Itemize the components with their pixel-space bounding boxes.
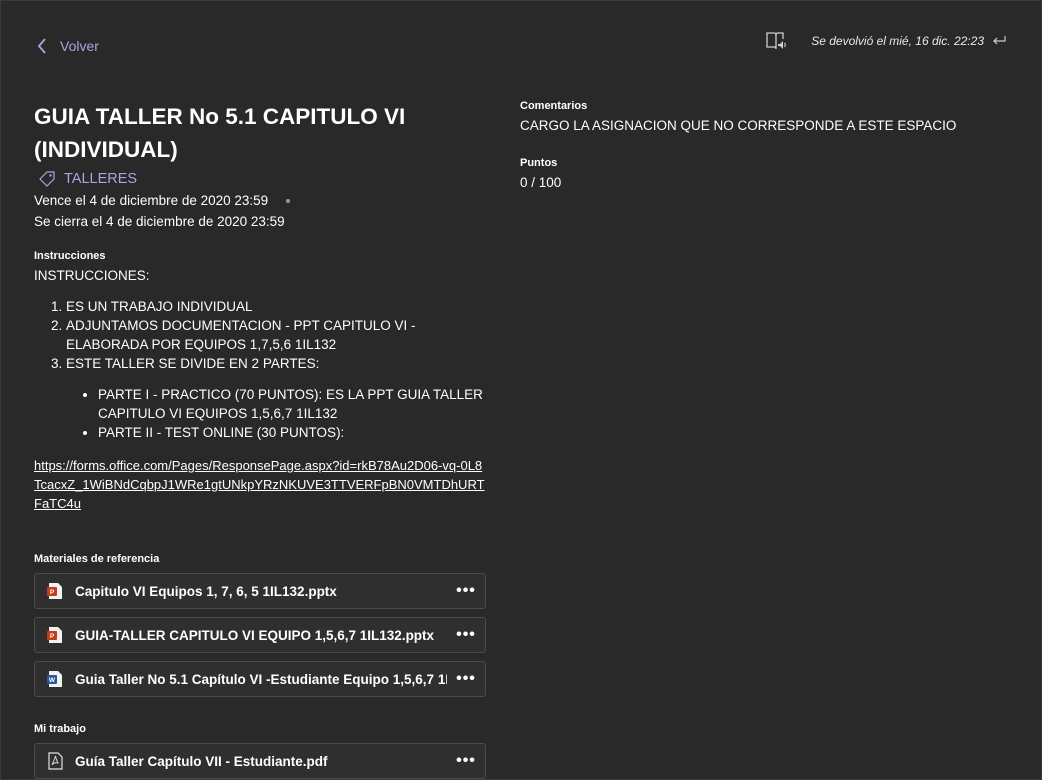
list-item-text: ESTE TALLER SE DIVIDE EN 2 PARTES:	[66, 356, 320, 371]
file-name: Guía Taller Capítulo VII - Estudiante.pd…	[75, 753, 328, 769]
back-label: Volver	[60, 38, 99, 54]
close-date: Se cierra el 4 de diciembre de 2020 23:5…	[34, 214, 285, 229]
svg-text:W: W	[49, 677, 56, 684]
chevron-left-icon	[37, 38, 46, 54]
top-right-toolbar: Se devolvió el mié, 16 dic. 22:23	[765, 30, 1006, 52]
list-item: ES UN TRABAJO INDIVIDUAL	[66, 297, 490, 316]
separator-dot	[286, 198, 291, 203]
returned-text: Se devolvió el mié, 16 dic. 22:23	[811, 34, 984, 48]
reference-file[interactable]: P GUIA-TALLER CAPITULO VI EQUIPO 1,5,6,7…	[34, 617, 486, 653]
category-tag[interactable]: TALLERES	[38, 168, 490, 190]
list-item: ADJUNTAMOS DOCUMENTACION - PPT CAPITULO …	[66, 316, 490, 354]
sub-list: PARTE I - PRACTICO (70 PUNTOS): ES LA PP…	[66, 385, 490, 442]
file-name: GUIA-TALLER CAPITULO VI EQUIPO 1,5,6,7 1…	[75, 627, 435, 643]
immersive-reader-icon[interactable]	[765, 30, 787, 52]
back-button[interactable]: Volver	[36, 38, 99, 54]
assignment-title: GUIA TALLER No 5.1 CAPITULO VI (INDIVIDU…	[34, 104, 406, 162]
reference-materials-label: Materiales de referencia	[34, 553, 160, 565]
file-name: Capitulo VI Equipos 1, 7, 6, 5 1IL132.pp…	[75, 583, 337, 599]
feedback-panel: Comentarios CARGO LA ASIGNACION QUE NO C…	[520, 100, 1000, 190]
tag-icon	[39, 171, 55, 187]
test-online-link[interactable]: https://forms.office.com/Pages/ResponseP…	[34, 456, 490, 513]
sub-list-item: PARTE II - TEST ONLINE (30 PUNTOS):	[98, 423, 490, 442]
return-arrow-icon	[993, 36, 1006, 45]
instructions-intro: INSTRUCCIONES:	[34, 268, 150, 283]
reference-file[interactable]: W Guia Taller No 5.1 Capítulo VI -Estudi…	[34, 661, 486, 697]
feedback-label: Comentarios	[520, 100, 588, 112]
file-name: Guia Taller No 5.1 Capítulo VI -Estudian…	[75, 671, 447, 687]
svg-text:P: P	[50, 589, 55, 596]
pdf-file-icon	[48, 752, 63, 770]
instructions-list: ES UN TRABAJO INDIVIDUAL ADJUNTAMOS DOCU…	[34, 297, 490, 442]
my-work-file[interactable]: Guía Taller Capítulo VII - Estudiante.pd…	[34, 743, 486, 779]
returned-status: Se devolvió el mié, 16 dic. 22:23	[811, 34, 1006, 48]
more-options-button[interactable]: •••	[447, 582, 485, 600]
more-options-button[interactable]: •••	[447, 626, 485, 644]
sub-list-item: PARTE I - PRACTICO (70 PUNTOS): ES LA PP…	[98, 385, 490, 423]
instructions-body: INSTRUCCIONES: ES UN TRABAJO INDIVIDUAL …	[34, 266, 490, 513]
svg-text:P: P	[50, 633, 55, 640]
word-file-icon: W	[47, 671, 62, 687]
category-label: TALLERES	[64, 171, 138, 187]
reference-file[interactable]: P Capitulo VI Equipos 1, 7, 6, 5 1IL132.…	[34, 573, 486, 609]
due-date: Vence el 4 de diciembre de 2020 23:59	[34, 190, 490, 211]
powerpoint-file-icon: P	[47, 627, 62, 643]
instructions-label: Instrucciones	[34, 250, 106, 262]
powerpoint-file-icon: P	[47, 583, 62, 599]
due-date-text: Vence el 4 de diciembre de 2020 23:59	[34, 193, 269, 208]
assignment-details: GUIA TALLER No 5.1 CAPITULO VI (INDIVIDU…	[34, 100, 490, 779]
more-options-button[interactable]: •••	[447, 752, 485, 770]
my-work-label: Mi trabajo	[34, 723, 86, 735]
points-label: Puntos	[520, 157, 558, 169]
more-options-button[interactable]: •••	[447, 670, 485, 688]
list-item: ESTE TALLER SE DIVIDE EN 2 PARTES: PARTE…	[66, 354, 490, 442]
feedback-text: CARGO LA ASIGNACION QUE NO CORRESPONDE A…	[520, 118, 957, 133]
points-value: 0 / 100	[520, 175, 562, 190]
